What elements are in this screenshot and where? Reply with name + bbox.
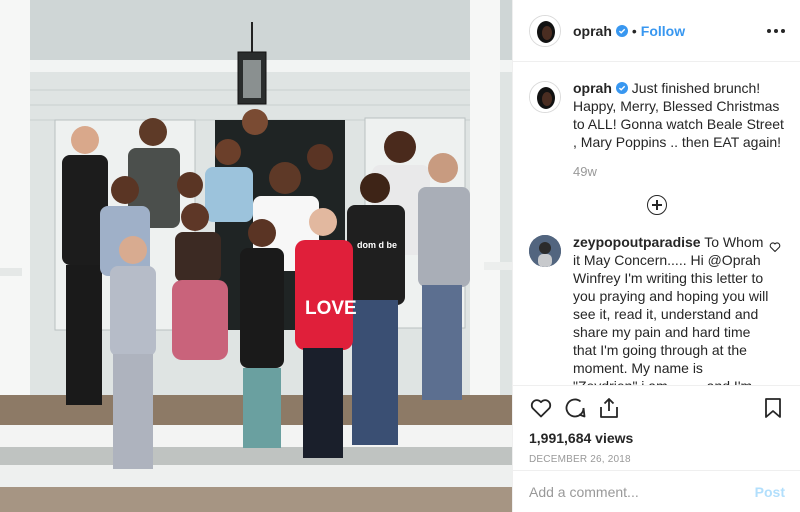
verified-badge-icon (615, 82, 628, 94)
caption-time[interactable]: 49w (573, 163, 785, 181)
caption: oprah Just finished brunch! Happy, Merry… (529, 79, 785, 181)
post-photo[interactable]: LOVE dom d be (0, 0, 512, 512)
comment-icon[interactable] (563, 396, 587, 420)
caption-avatar[interactable] (529, 81, 561, 113)
wisdom-shirt-text: dom d be (357, 240, 397, 250)
verified-badge-icon (615, 24, 628, 37)
comment-item: zeypopoutparadise To Whom it May Concern… (529, 233, 785, 385)
bookmark-icon[interactable] (761, 396, 785, 420)
load-more-comments[interactable] (529, 195, 785, 215)
comments-list[interactable]: oprah Just finished brunch! Happy, Merry… (513, 63, 800, 385)
add-comment-input[interactable] (529, 483, 755, 500)
follow-button[interactable]: Follow (641, 23, 685, 39)
load-more-icon[interactable] (647, 195, 667, 215)
comment-text: To Whom it May Concern..... Hi @Oprah Wi… (573, 234, 769, 385)
action-icons (529, 394, 785, 422)
family-porch-photo: LOVE dom d be (0, 0, 512, 512)
share-icon[interactable] (597, 396, 621, 420)
post-comment-button[interactable]: Post (755, 484, 785, 500)
comment-heart-icon[interactable] (769, 241, 781, 253)
view-count[interactable]: 1,991,684 views (529, 430, 785, 446)
caption-body: oprah Just finished brunch! Happy, Merry… (573, 79, 785, 181)
post-header: oprah • Follow (513, 0, 800, 62)
comment-body: zeypopoutparadise To Whom it May Concern… (573, 233, 769, 385)
comment-author[interactable]: zeypopoutparadise (573, 234, 701, 250)
comment-composer: Post (513, 470, 800, 512)
author-avatar[interactable] (529, 14, 561, 47)
love-shirt-text: LOVE (305, 298, 357, 319)
heart-icon[interactable] (529, 396, 553, 420)
author-username[interactable]: oprah (573, 23, 612, 39)
post-actions: 1,991,684 views December 26, 2018 (513, 385, 800, 470)
post-side-panel: oprah • Follow oprah Just finished brunc… (512, 0, 800, 512)
separator-dot: • (631, 22, 637, 39)
caption-author[interactable]: oprah (573, 80, 612, 96)
commenter-avatar[interactable] (529, 235, 561, 267)
more-options-icon[interactable] (767, 23, 785, 39)
post-date[interactable]: December 26, 2018 (529, 454, 785, 465)
